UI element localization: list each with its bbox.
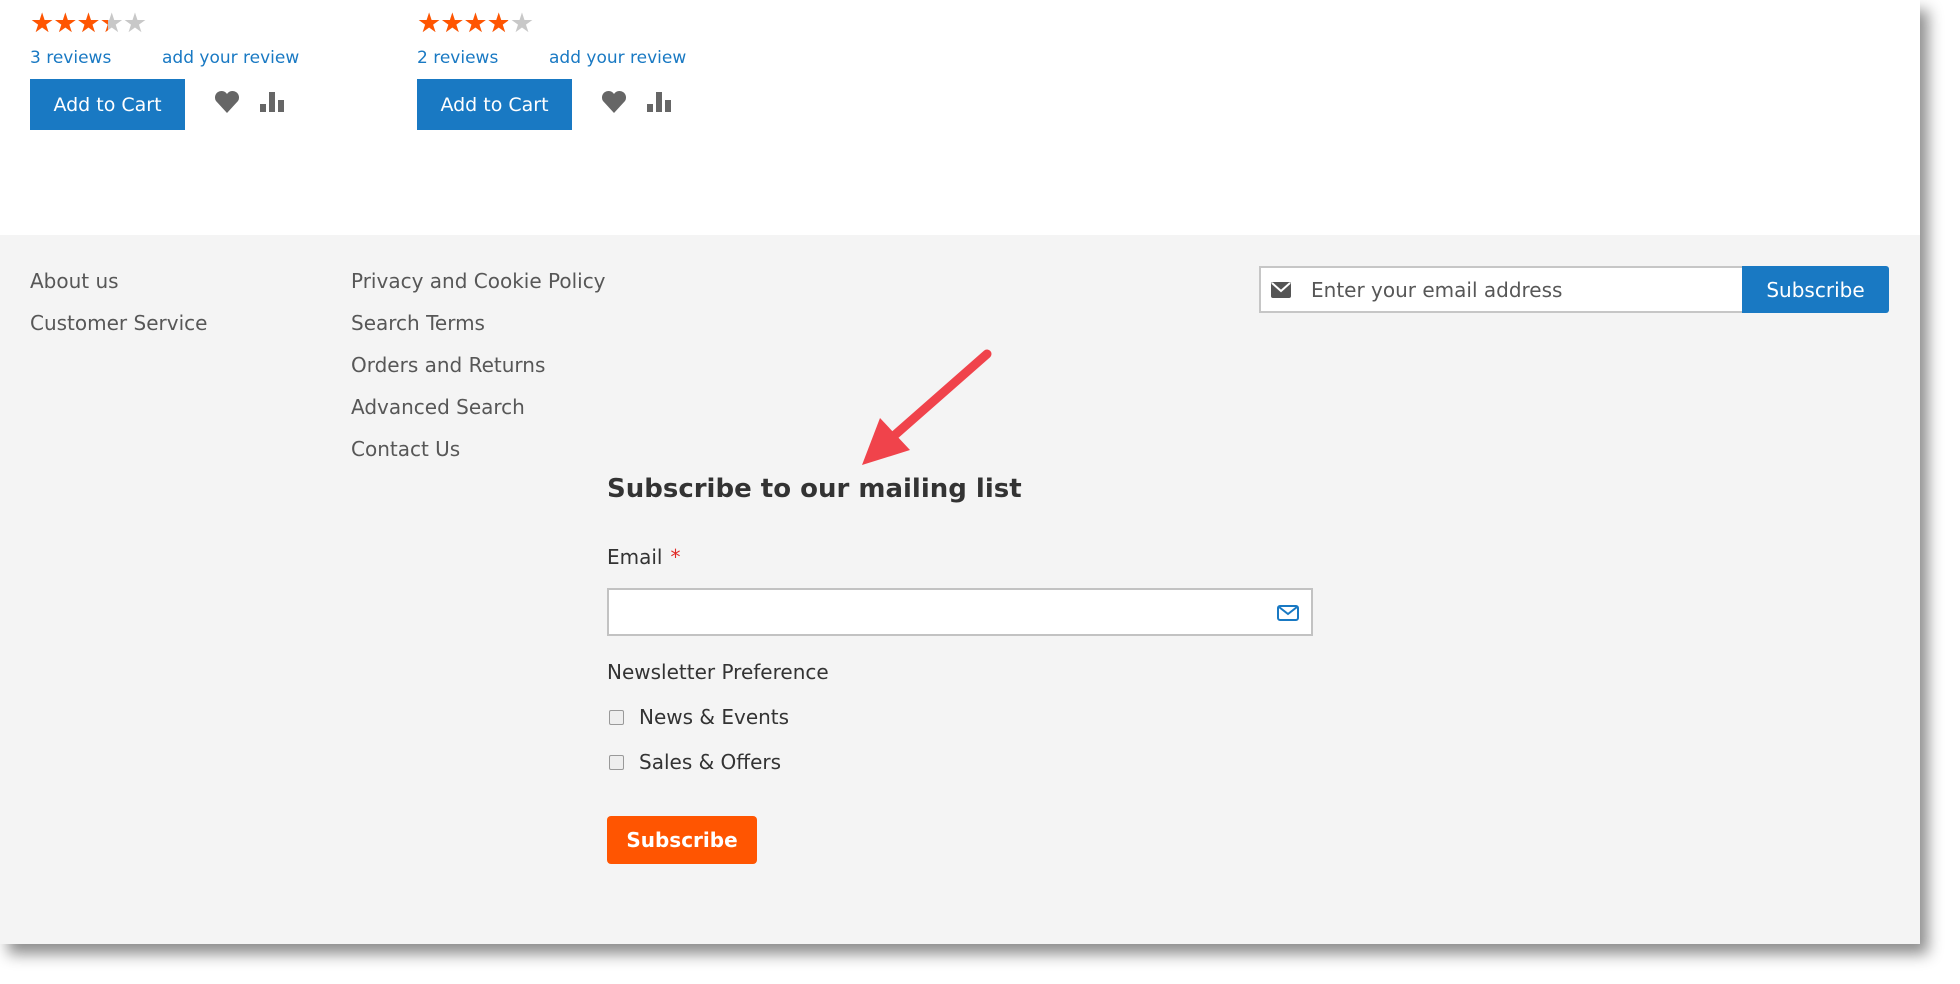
footer-link-about-us[interactable]: About us <box>30 269 119 293</box>
footer-link-search-terms[interactable]: Search Terms <box>351 311 485 335</box>
footer-link-orders-returns[interactable]: Orders and Returns <box>351 353 545 377</box>
product-item: ★★★★★★★★★★ 3 reviews add your review Add … <box>30 8 299 130</box>
sales-offers-label[interactable]: Sales & Offers <box>639 750 781 774</box>
footer-link-contact-us[interactable]: Contact Us <box>351 437 460 461</box>
footer-link-advanced-search[interactable]: Advanced Search <box>351 395 525 419</box>
product-item: ★★★★★★★★★★ 2 reviews add your review Add … <box>417 8 686 130</box>
news-events-checkbox[interactable] <box>609 710 624 725</box>
subscribe-button[interactable]: Subscribe <box>607 816 757 864</box>
add-to-cart-button[interactable]: Add to Cart <box>30 79 185 130</box>
wishlist-heart-icon[interactable] <box>214 90 240 114</box>
rating-stars: ★★★★★★★★★★ <box>417 8 534 39</box>
sales-offers-checkbox[interactable] <box>609 755 624 770</box>
rating-stars: ★★★★★★★★★★ <box>30 8 147 39</box>
footer-link-privacy[interactable]: Privacy and Cookie Policy <box>351 269 606 293</box>
required-mark: * <box>670 545 681 569</box>
newsletter-preference-label: Newsletter Preference <box>607 660 829 684</box>
newsletter-placeholder: Enter your email address <box>1311 278 1563 302</box>
add-review-link[interactable]: add your review <box>549 48 686 68</box>
compare-chart-icon[interactable] <box>260 92 284 112</box>
email-label: Email * <box>607 545 681 569</box>
newsletter-subscribe-button[interactable]: Subscribe <box>1742 266 1889 313</box>
news-events-label[interactable]: News & Events <box>639 705 789 729</box>
wishlist-heart-icon[interactable] <box>601 90 627 114</box>
envelope-outline-icon <box>1277 605 1299 621</box>
reviews-link[interactable]: 2 reviews <box>417 48 498 68</box>
add-to-cart-button[interactable]: Add to Cart <box>417 79 572 130</box>
compare-chart-icon[interactable] <box>647 92 671 112</box>
newsletter-email-input[interactable]: Enter your email address <box>1259 266 1743 313</box>
footer-link-customer-service[interactable]: Customer Service <box>30 311 207 335</box>
add-review-link[interactable]: add your review <box>162 48 299 68</box>
envelope-icon <box>1271 282 1291 298</box>
form-title: Subscribe to our mailing list <box>607 474 1022 504</box>
page: ★★★★★★★★★★ 3 reviews add your review Add … <box>0 0 1920 944</box>
email-field[interactable] <box>607 588 1313 636</box>
reviews-link[interactable]: 3 reviews <box>30 48 111 68</box>
annotation-arrow-icon <box>862 349 992 465</box>
